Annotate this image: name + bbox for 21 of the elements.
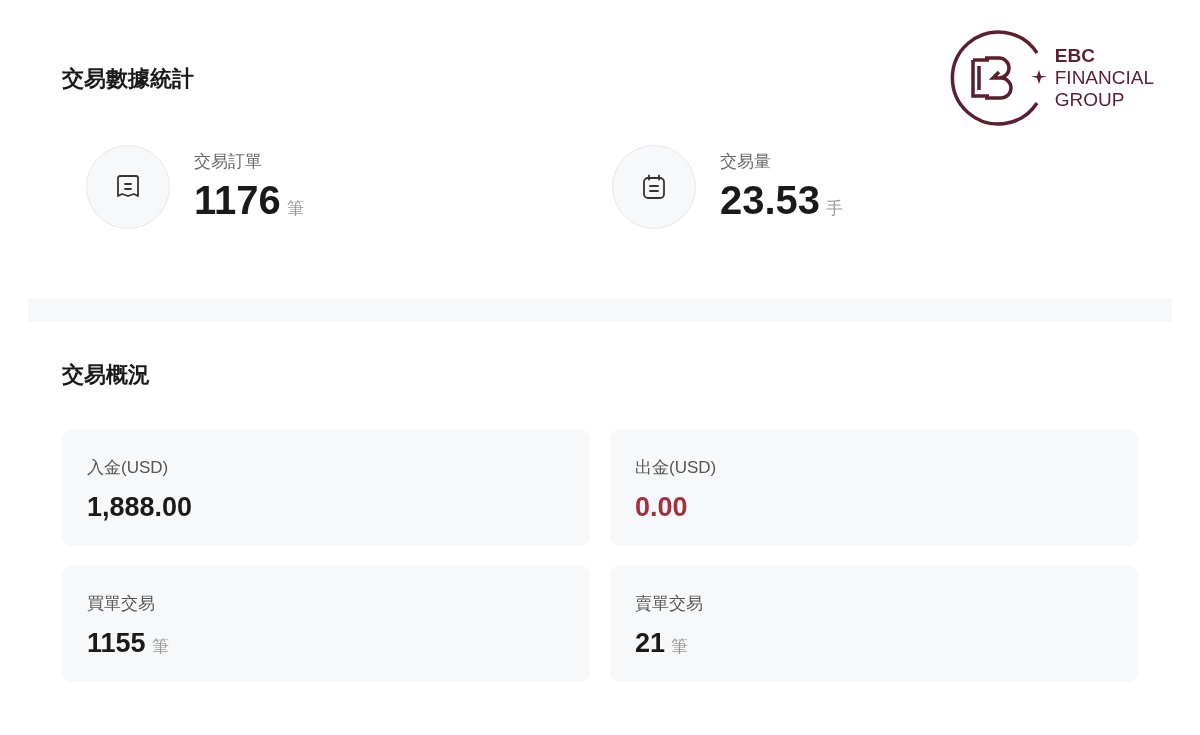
card-value: 21 — [635, 626, 666, 660]
card-unit: 筆 — [151, 635, 169, 658]
section-title: 交易概況 — [62, 361, 151, 389]
card-label: 賣單交易 — [635, 593, 704, 615]
receipt-icon — [116, 174, 140, 200]
stat-unit: 筆 — [286, 197, 304, 220]
logo-wordmark: EBC FINANCIAL GROUP — [1054, 45, 1154, 111]
section-title: 交易數據統計 — [62, 65, 194, 93]
card-label: 入金(USD) — [87, 457, 170, 479]
stat-unit: 手 — [826, 197, 844, 220]
calendar-icon — [642, 174, 666, 200]
card-value: 1,888.00 — [87, 490, 193, 524]
card-label: 出金(USD) — [635, 457, 718, 479]
stat-value: 23.53 — [720, 176, 821, 224]
stat-value: 1176 — [194, 176, 281, 224]
card-unit: 筆 — [671, 635, 689, 658]
card-value: 1155 — [87, 626, 146, 660]
card-value: 0.00 — [635, 490, 688, 524]
card-label: 買單交易 — [87, 593, 156, 615]
stat-label: 交易量 — [720, 151, 772, 174]
stat-label: 交易訂單 — [194, 151, 263, 174]
